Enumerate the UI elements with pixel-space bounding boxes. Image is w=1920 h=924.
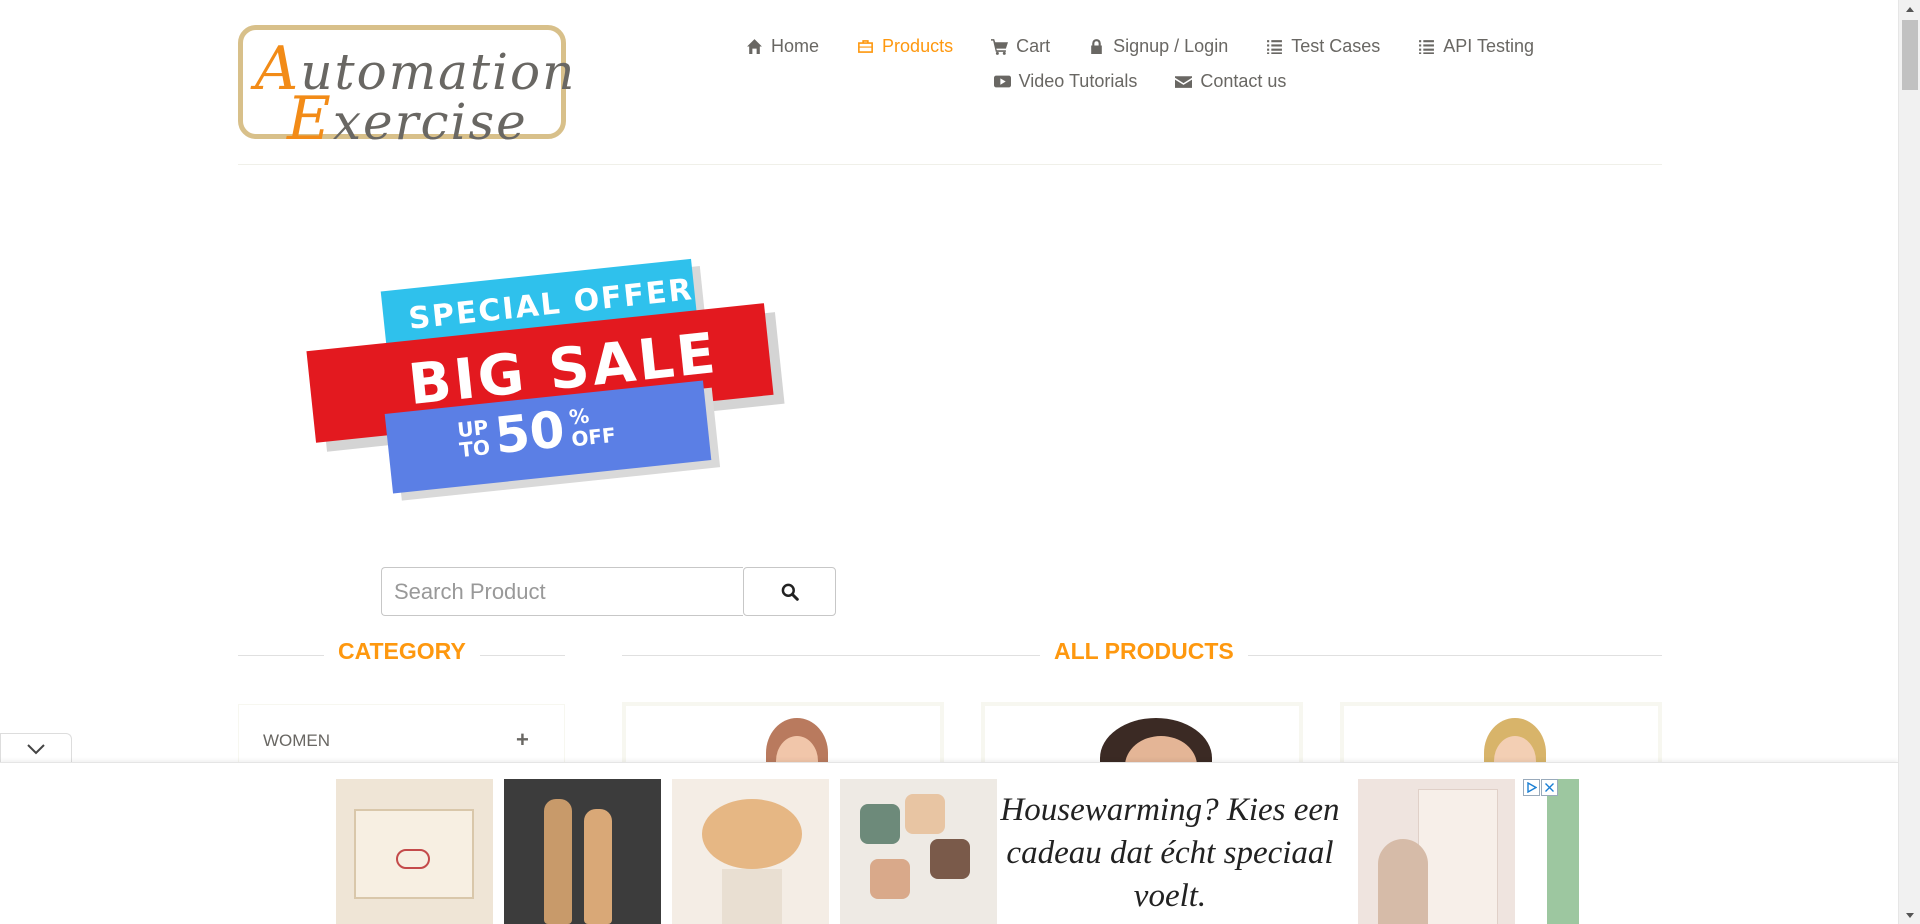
nav-products[interactable]: Products <box>838 36 972 57</box>
nav-contact-us-label: Contact us <box>1200 71 1287 91</box>
ad-headline: Housewarming? Kies een cadeau dat écht s… <box>1000 792 1340 914</box>
list-icon <box>1267 40 1283 54</box>
envelope-icon <box>1175 76 1193 88</box>
ad-image-hexagons <box>840 779 997 924</box>
nav-row-1: Home Products Cart Signup / Login Test C… <box>740 36 1540 57</box>
search-button[interactable] <box>743 567 836 616</box>
nav-products-label: Products <box>882 36 954 56</box>
nav-contact-us[interactable]: Contact us <box>1156 71 1305 92</box>
category-item-women[interactable]: Women <box>263 731 330 751</box>
search-icon <box>781 583 799 601</box>
ad-image-box <box>336 779 493 924</box>
all-products-title: All Products <box>1040 638 1248 665</box>
ad-info-icon[interactable] <box>1523 779 1540 796</box>
lock-icon <box>1091 39 1102 54</box>
nav-api-testing-label: API Testing <box>1443 36 1534 56</box>
ad-banner[interactable]: Housewarming? Kies een cadeau dat écht s… <box>320 771 1579 924</box>
category-title: Category <box>324 638 480 665</box>
scrollbar[interactable] <box>1898 0 1920 924</box>
nav-signup-login[interactable]: Signup / Login <box>1069 36 1247 57</box>
page: Automation Exercise Home Products Cart S… <box>0 0 1898 924</box>
nav-video-tutorials[interactable]: Video Tutorials <box>975 71 1157 92</box>
ad-image-grinders <box>504 779 661 924</box>
nav-test-cases[interactable]: Test Cases <box>1247 36 1399 57</box>
logo-line2: Exercise <box>287 84 528 154</box>
plus-icon[interactable]: + <box>516 727 529 753</box>
main-nav: Home Products Cart Signup / Login Test C… <box>740 36 1540 92</box>
nav-cart-label: Cart <box>1016 36 1051 56</box>
nav-api-testing[interactable]: API Testing <box>1399 36 1553 57</box>
ad-image-flowers <box>672 779 829 924</box>
scrollbar-thumb[interactable] <box>1902 20 1918 90</box>
sale-banner: SPECIAL OFFER BIG SALE UP TO 50 % OFF <box>306 258 792 494</box>
search-bar <box>381 567 836 616</box>
nav-test-cases-label: Test Cases <box>1291 36 1381 56</box>
briefcase-icon <box>858 40 873 53</box>
nav-signup-login-label: Signup / Login <box>1113 36 1229 56</box>
chevron-down-icon <box>27 743 45 754</box>
ad-collapse-button[interactable] <box>0 733 72 763</box>
nav-home-label: Home <box>771 36 820 56</box>
search-input[interactable] <box>381 567 744 616</box>
ad-bar: Housewarming? Kies een cadeau dat écht s… <box>0 762 1898 924</box>
list-icon <box>1419 40 1435 54</box>
nav-row-2: Video Tutorials Contact us <box>740 71 1540 92</box>
scroll-up-arrow-icon[interactable] <box>1899 0 1920 17</box>
site-logo[interactable]: Automation Exercise <box>238 25 574 154</box>
youtube-icon <box>993 75 1011 88</box>
banner-off: OFF <box>570 422 617 452</box>
scroll-down-arrow-icon[interactable] <box>1899 907 1920 924</box>
cart-icon <box>991 39 1009 55</box>
nav-cart[interactable]: Cart <box>972 36 1069 57</box>
banner-number: 50 <box>492 400 568 466</box>
banner-to: TO <box>458 435 492 463</box>
nav-video-tutorials-label: Video Tutorials <box>1018 71 1138 91</box>
ad-side-strip <box>1547 779 1579 924</box>
home-icon <box>747 39 762 54</box>
nav-home[interactable]: Home <box>727 36 838 57</box>
ad-image-child <box>1358 779 1515 924</box>
ad-close-icon[interactable] <box>1541 779 1558 796</box>
header-divider <box>238 164 1662 165</box>
